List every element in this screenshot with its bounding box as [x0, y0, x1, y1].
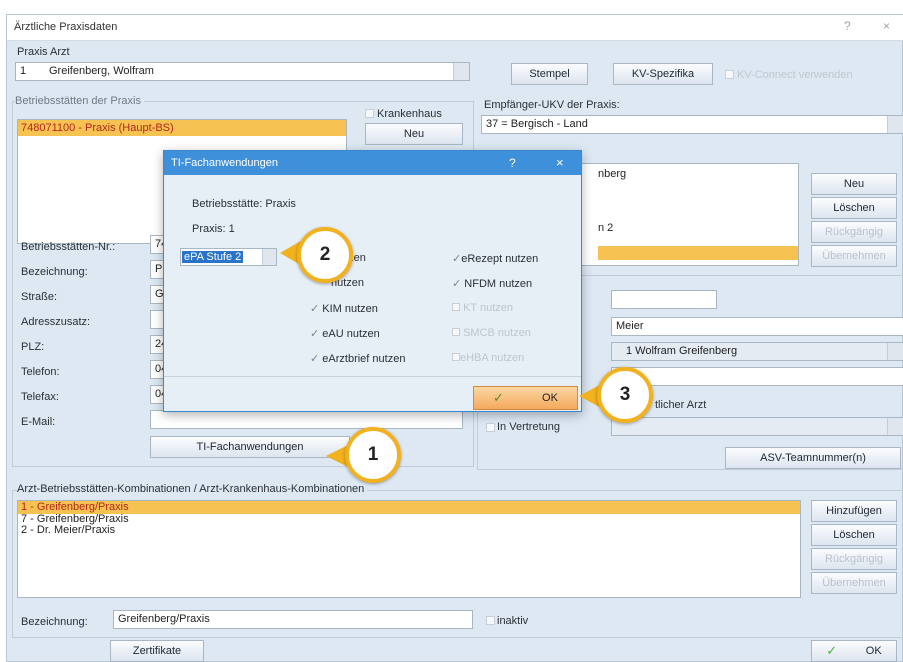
right-rueckgaengig-button[interactable]: Rückgängig [811, 221, 897, 243]
earztbrief-nutzen-checkbox[interactable]: ✓ eArztbrief nutzen [310, 352, 405, 365]
inaktiv-label: inaktiv [497, 615, 529, 627]
zertifikate-button[interactable]: Zertifikate [110, 640, 204, 662]
callout-badge-1: 1 [345, 427, 401, 483]
chevron-down-icon[interactable] [887, 116, 903, 133]
strasse-label: Straße: [21, 291, 58, 303]
kv-connect-label: KV-Connect verwenden [737, 69, 853, 81]
right-uebernehmen-button[interactable]: Übernehmen [811, 245, 897, 267]
email-field[interactable] [150, 410, 463, 429]
arzt-extra-field[interactable] [611, 367, 903, 386]
stempel-button[interactable]: Stempel [511, 63, 588, 85]
krankenhaus-checkbox[interactable] [365, 109, 374, 118]
chevron-down-icon[interactable] [887, 418, 903, 435]
list-item[interactable]: 748071100 - Praxis (Haupt-BS) [18, 120, 346, 136]
erezept-nutzen-label: eRezept nutzen [461, 253, 539, 265]
bs-neu-button[interactable]: Neu [365, 123, 463, 145]
smcb-nutzen-label: SMCB nutzen [463, 327, 531, 339]
kt-nutzen-label: KT nutzen [463, 302, 514, 314]
eau-nutzen-label: eAU nutzen [322, 328, 380, 340]
dialog-ok-label: OK [542, 392, 558, 404]
nfdm-nutzen-checkbox[interactable]: ✓ NFDM nutzen [452, 277, 532, 290]
right-neu-button[interactable]: Neu [811, 173, 897, 195]
adresszusatz-label: Adresszusatz: [21, 316, 91, 328]
telefon-label: Telefon: [21, 366, 60, 378]
dialog-title: TI-Fachanwendungen [171, 157, 279, 169]
list-item[interactable]: 1 - Greifenberg/Praxis [18, 501, 800, 514]
kim-nutzen-label: KIM nutzen [322, 303, 378, 315]
dialog-title-bar: TI-Fachanwendungen ? × [164, 151, 581, 175]
nfdm-nutzen-label: NFDM nutzen [464, 278, 533, 290]
arzt-select-value: 1 Wolfram Greifenberg [626, 345, 738, 357]
empfaenger-value: 37 = Bergisch - Land [486, 118, 588, 130]
kombi-bezeichnung-label: Bezeichnung: [21, 616, 88, 628]
verantwortlicher-arzt-label: tlicher Arzt [655, 399, 707, 411]
list-item[interactable]: 2 - Dr. Meier/Praxis [18, 525, 800, 536]
arzt-number-field[interactable] [611, 290, 717, 309]
plz-label: PLZ: [21, 341, 45, 353]
kombi-uebernehmen-button[interactable]: Übernehmen [811, 572, 897, 594]
vertretung-checkbox[interactable] [486, 423, 495, 432]
list-item[interactable]: n 2 [598, 222, 613, 234]
kv-spezifika-button[interactable]: KV-Spezifika [613, 63, 713, 85]
right-loeschen-button[interactable]: Löschen [811, 197, 897, 219]
vertretung-label: In Vertretung [497, 421, 560, 433]
chevron-down-icon[interactable] [887, 343, 903, 360]
praxis-arzt-label: Praxis Arzt [17, 46, 70, 58]
dialog-divider [164, 376, 581, 377]
kv-connect-checkbox[interactable] [725, 70, 734, 79]
list-item-selected[interactable] [598, 246, 798, 260]
erezept-nutzen-checkbox[interactable]: ✓eRezept nutzen [452, 252, 538, 265]
bezeichnung-label: Bezeichnung: [21, 266, 88, 278]
dialog-bs-line: Betriebsstätte: Praxis [192, 198, 296, 210]
kombi-label: Arzt-Betriebsstätten-Kombinationen / Arz… [17, 483, 368, 495]
ti-dialog: TI-Fachanwendungen ? × Betriebsstätte: P… [163, 150, 582, 412]
window-title: Ärztliche Praxisdaten [14, 21, 118, 33]
praxis-arzt-number: 1 [20, 65, 27, 77]
help-icon[interactable]: ? [844, 19, 851, 33]
list-item[interactable]: 7 - Greifenberg/Praxis [18, 514, 800, 525]
ehba-nutzen-label: eHBA nutzen [460, 352, 525, 364]
empfaenger-label: Empfänger-UKV der Praxis: [484, 99, 620, 111]
eau-nutzen-checkbox[interactable]: ✓ eAU nutzen [310, 327, 380, 340]
arzt-select[interactable]: 1 Wolfram Greifenberg [611, 342, 903, 361]
callout-badge-2: 2 [297, 227, 353, 283]
telefax-label: Telefax: [21, 391, 59, 403]
smcb-nutzen-checkbox[interactable]: SMCB nutzen [452, 327, 531, 339]
inaktiv-checkbox[interactable] [486, 616, 495, 625]
chevron-down-icon[interactable] [453, 63, 469, 80]
praxis-arzt-name: Greifenberg, Wolfram [49, 65, 154, 77]
earztbrief-nutzen-label: eArztbrief nutzen [322, 353, 406, 365]
checkmark-icon: ✓ [493, 390, 504, 405]
kombi-bezeichnung-field[interactable]: Greifenberg/Praxis [113, 610, 473, 629]
bs-nr-label: Betriebsstätten-Nr.: [21, 241, 116, 253]
bs-section-label: Betriebsstätten der Praxis [15, 95, 144, 107]
email-label: E-Mail: [21, 416, 56, 428]
vertretung-select[interactable] [611, 417, 903, 436]
main-ok-label: OK [865, 645, 882, 657]
checkmark-icon: ✓ [826, 643, 838, 658]
dialog-help-icon[interactable]: ? [509, 156, 516, 170]
ehba-nutzen-checkbox[interactable]: eHBA nutzen [452, 352, 524, 364]
list-item[interactable]: nberg [598, 168, 626, 180]
kombi-list[interactable]: 1 - Greifenberg/Praxis 7 - Greifenberg/P… [17, 500, 801, 598]
kim-nutzen-checkbox[interactable]: ✓ KIM nutzen [310, 302, 378, 315]
krankenhaus-label: Krankenhaus [377, 108, 442, 120]
title-bar: Ärztliche Praxisdaten ? × [7, 15, 903, 41]
kombi-rueckgaengig-button[interactable]: Rückgängig [811, 548, 897, 570]
kombi-loeschen-button[interactable]: Löschen [811, 524, 897, 546]
praxis-arzt-select[interactable]: 1 Greifenberg, Wolfram [15, 62, 470, 81]
empfaenger-select[interactable]: 37 = Bergisch - Land [481, 115, 903, 134]
close-icon[interactable]: × [883, 19, 890, 33]
dialog-praxis-line: Praxis: 1 [192, 223, 235, 235]
meier-field[interactable]: Meier [611, 317, 903, 336]
hinzufuegen-button[interactable]: Hinzufügen [811, 500, 897, 522]
callout-badge-3: 3 [597, 367, 653, 423]
kt-nutzen-checkbox[interactable]: KT nutzen [452, 302, 513, 314]
epa-select-value: ePA Stufe 2 [182, 251, 244, 263]
asv-teamnummer-button[interactable]: ASV-Teamnummer(n) [725, 447, 901, 469]
dialog-ok-button[interactable]: ✓ OK [473, 386, 578, 410]
main-ok-button[interactable]: ✓ OK [811, 640, 897, 662]
dialog-close-icon[interactable]: × [556, 155, 564, 170]
